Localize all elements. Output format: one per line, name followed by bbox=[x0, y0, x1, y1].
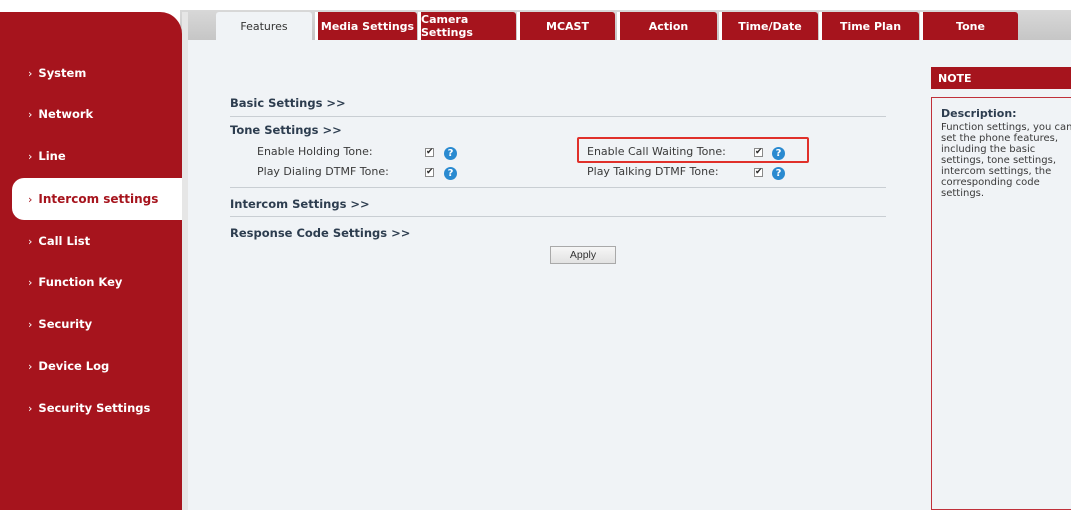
divider bbox=[230, 187, 886, 188]
chevron-right-icon: › bbox=[28, 149, 33, 163]
tab-label: Time/Date bbox=[738, 19, 802, 33]
divider bbox=[230, 216, 886, 217]
sidebar-item-label: Network bbox=[38, 107, 94, 121]
tab-label: Features bbox=[240, 19, 288, 33]
tab-label: Media Settings bbox=[320, 19, 415, 33]
chevron-right-icon: › bbox=[28, 359, 33, 373]
chevron-right-icon: › bbox=[28, 317, 33, 331]
sidebar-item-label: Device Log bbox=[38, 359, 110, 373]
section-tone-settings[interactable]: Tone Settings >> bbox=[230, 123, 342, 137]
checkbox-play-dialing-dtmf-tone[interactable]: ✔ bbox=[425, 168, 434, 177]
tab-time-plan[interactable]: Time Plan bbox=[819, 12, 919, 40]
sidebar-item-label: Security bbox=[38, 317, 93, 331]
sidebar-item-label: System bbox=[38, 66, 87, 80]
note-panel: Description: Function settings, you can … bbox=[931, 97, 1071, 510]
sidebar-item-network[interactable]: › Network bbox=[0, 93, 182, 135]
sidebar-item-line[interactable]: › Line bbox=[0, 135, 182, 177]
tab-label: Camera Settings bbox=[421, 13, 473, 39]
sidebar-item-label: Call List bbox=[38, 234, 91, 248]
tab-label: Action bbox=[648, 19, 689, 33]
note-title: Description: bbox=[941, 107, 1017, 120]
checkbox-enable-holding-tone[interactable]: ✔ bbox=[425, 148, 434, 157]
chevron-right-icon: › bbox=[28, 66, 33, 80]
checkbox-play-talking-dtmf-tone[interactable]: ✔ bbox=[754, 168, 763, 177]
apply-button[interactable]: Apply bbox=[550, 246, 616, 264]
note-description: Function settings, you can set the phone… bbox=[941, 122, 1071, 199]
tab-label: Time Plan bbox=[839, 19, 902, 33]
sidebar-item-system[interactable]: › System bbox=[0, 52, 182, 94]
label-play-dialing-dtmf-tone: Play Dialing DTMF Tone: bbox=[257, 165, 389, 178]
label-play-talking-dtmf-tone: Play Talking DTMF Tone: bbox=[587, 165, 719, 178]
sidebar-item-label: Security Settings bbox=[38, 401, 151, 415]
highlight-box bbox=[577, 137, 809, 163]
chevron-right-icon: › bbox=[28, 401, 33, 415]
label-enable-holding-tone: Enable Holding Tone: bbox=[257, 145, 373, 158]
tab-mcast[interactable]: MCAST bbox=[517, 12, 615, 40]
chevron-right-icon: › bbox=[28, 275, 33, 289]
tab-time-date[interactable]: Time/Date bbox=[719, 12, 818, 40]
sidebar-item-device-log[interactable]: › Device Log bbox=[0, 345, 182, 387]
sidebar-item-function-key[interactable]: › Function Key bbox=[0, 261, 182, 303]
sidebar-item-security-settings[interactable]: › Security Settings bbox=[0, 387, 182, 429]
tab-media-settings[interactable]: Media Settings bbox=[315, 12, 417, 40]
note-header-label: NOTE bbox=[938, 71, 972, 85]
section-response-code-settings[interactable]: Response Code Settings >> bbox=[230, 226, 410, 240]
chevron-right-icon: › bbox=[28, 192, 33, 206]
tab-action[interactable]: Action bbox=[617, 12, 717, 40]
sidebar-item-intercom-settings[interactable]: › Intercom settings bbox=[12, 178, 182, 220]
sidebar-item-security[interactable]: › Security bbox=[0, 303, 182, 345]
chevron-right-icon: › bbox=[28, 107, 33, 121]
section-basic-settings[interactable]: Basic Settings >> bbox=[230, 96, 346, 110]
help-icon[interactable]: ? bbox=[772, 167, 785, 180]
tab-tone[interactable]: Tone bbox=[920, 12, 1018, 40]
help-icon[interactable]: ? bbox=[444, 167, 457, 180]
sidebar-item-label: Intercom settings bbox=[38, 192, 159, 206]
note-header: NOTE bbox=[931, 67, 1071, 89]
section-intercom-settings[interactable]: Intercom Settings >> bbox=[230, 197, 370, 211]
tab-features[interactable]: Features bbox=[216, 12, 312, 40]
divider bbox=[230, 116, 886, 117]
sidebar-item-call-list[interactable]: › Call List bbox=[0, 220, 182, 262]
help-icon[interactable]: ? bbox=[444, 147, 457, 160]
sidebar-item-label: Function Key bbox=[38, 275, 123, 289]
tab-camera-settings[interactable]: Camera Settings bbox=[418, 12, 516, 40]
tab-label: Tone bbox=[956, 19, 985, 33]
chevron-right-icon: › bbox=[28, 234, 33, 248]
tab-label: MCAST bbox=[546, 19, 589, 33]
sidebar-item-label: Line bbox=[38, 149, 66, 163]
